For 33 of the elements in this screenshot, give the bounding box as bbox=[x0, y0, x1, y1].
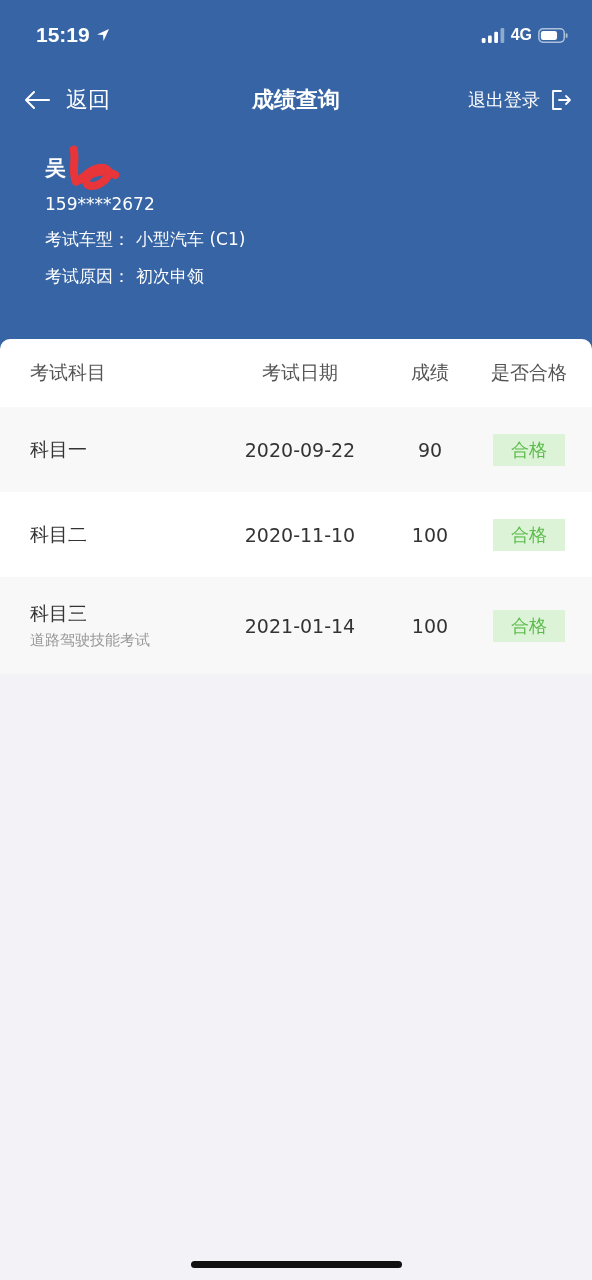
result-tag: 合格 bbox=[492, 518, 565, 551]
subject-note: 道路驾驶技能考试 bbox=[30, 631, 151, 650]
field-label: 考试车型： bbox=[45, 228, 130, 251]
back-button[interactable]: 返回 bbox=[22, 85, 110, 115]
phone-number: 159****2672 bbox=[45, 194, 156, 214]
subject-cell-text: 科目一 bbox=[30, 436, 88, 462]
location-arrow-icon bbox=[95, 28, 110, 42]
logout-button[interactable]: 退出登录 bbox=[468, 88, 572, 112]
field-label: 考试原因： bbox=[45, 265, 130, 288]
result-tag: 合格 bbox=[492, 609, 565, 642]
date-cell-text: 2020-09-22 bbox=[243, 438, 357, 461]
date-cell-text: 2021-01-14 bbox=[243, 614, 357, 637]
back-arrow-icon bbox=[22, 89, 52, 111]
column-header: 是否合格 bbox=[489, 360, 568, 385]
status-time: 15:19 bbox=[36, 23, 90, 47]
subject-cell-text: 科目二 bbox=[30, 521, 88, 547]
battery-icon bbox=[538, 27, 568, 43]
score-cell-text: 100 bbox=[410, 523, 450, 546]
page-title: 成绩查询 bbox=[252, 86, 340, 114]
score-cell-text: 100 bbox=[410, 614, 450, 637]
column-header: 考试科目 bbox=[29, 360, 107, 385]
user-name: 吴 bbox=[45, 155, 66, 182]
column-header: 考试日期 bbox=[261, 360, 339, 385]
logout-icon bbox=[550, 89, 572, 111]
network-label: 4G bbox=[510, 26, 532, 44]
date-cell-text: 2020-11-10 bbox=[243, 523, 357, 546]
subject-cell-text: 科目三 bbox=[30, 601, 88, 626]
column-header: 成绩 bbox=[410, 360, 450, 385]
field-value: 小型汽车 (C1) bbox=[136, 228, 246, 251]
signal-icon bbox=[480, 27, 505, 43]
field-value: 初次申领 bbox=[136, 265, 204, 288]
score-cell-text: 90 bbox=[416, 438, 444, 461]
result-tag: 合格 bbox=[492, 433, 565, 466]
